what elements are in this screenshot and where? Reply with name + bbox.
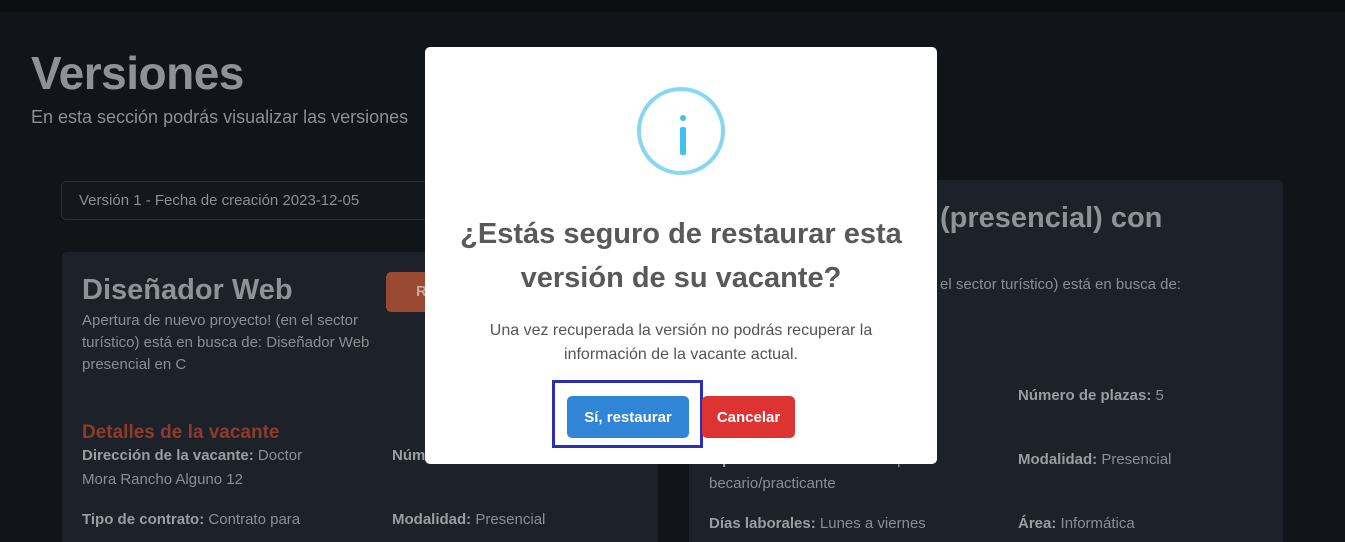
dialog-text: Una vez recuperada la versión no podrás … bbox=[489, 322, 873, 363]
info-icon-dot bbox=[680, 115, 686, 121]
restore-confirm-dialog: ¿Estás seguro de restaurar esta versión … bbox=[425, 47, 937, 464]
confirm-restore-button[interactable]: Sí, restaurar bbox=[567, 396, 689, 438]
info-icon bbox=[637, 87, 725, 175]
cancel-button[interactable]: Cancelar bbox=[702, 396, 795, 438]
dialog-title: ¿Estás seguro de restaurar esta versión … bbox=[460, 218, 902, 294]
info-icon-bar bbox=[680, 127, 686, 155]
